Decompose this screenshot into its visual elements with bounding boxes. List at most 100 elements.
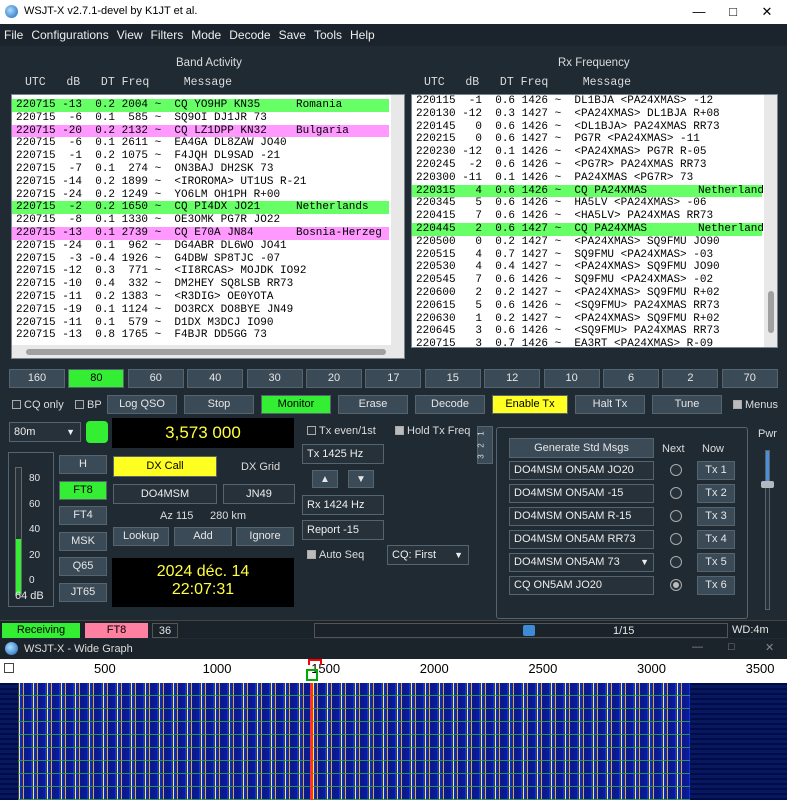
band-activity-vscroll[interactable] — [391, 95, 404, 345]
rx-frequency-vscroll-thumb[interactable] — [768, 291, 774, 333]
ignore-button[interactable]: Ignore — [236, 527, 294, 546]
menu-tools[interactable]: Tools — [310, 24, 346, 42]
close-icon[interactable]: ✕ — [765, 641, 774, 654]
ba-row[interactable]: 220715 -6 0.1 585 ~ SQ9OI DJ1JR 73 — [12, 112, 389, 125]
mode-button-h[interactable]: H — [59, 455, 107, 474]
mode-button-q65[interactable]: Q65 — [59, 557, 107, 577]
band-button-20[interactable]: 20 — [306, 369, 362, 388]
menu-help[interactable]: Help — [346, 24, 379, 42]
ba-row[interactable]: 220715 -24 0.1 962 ~ DG4ABR DL6WO JO41 — [12, 240, 389, 253]
scale-checkbox[interactable] — [4, 663, 14, 673]
tab-1[interactable]: 1 — [477, 431, 486, 435]
menu-save[interactable]: Save — [275, 24, 310, 42]
band-button-10[interactable]: 10 — [543, 369, 600, 388]
rx-row[interactable]: 220415 7 0.6 1426 ~ <HA5LV> PA24XMAS RR7… — [412, 210, 762, 223]
hold-tx-checkbox[interactable]: Hold Tx Freq — [395, 425, 470, 437]
report-spinbox[interactable]: Report -15 — [302, 520, 384, 540]
lookup-button[interactable]: Lookup — [113, 527, 169, 546]
band-select[interactable]: 80m ▼ — [9, 422, 81, 442]
dx-grid-field[interactable]: JN49 — [223, 484, 295, 504]
maximize-icon[interactable]: □ — [728, 641, 735, 653]
rx-row[interactable]: 220545 7 0.6 1426 ~ SQ9FMU <PA24XMAS> -0… — [412, 274, 762, 287]
enable-tx-button[interactable]: Enable Tx — [492, 395, 568, 414]
ba-row[interactable]: 220715 -7 0.1 274 ~ ON3BAJ DH2SK 73 — [12, 163, 389, 176]
mode-button-jt65[interactable]: JT65 — [59, 583, 107, 602]
ba-row[interactable]: 220715 -1 0.2 1075 ~ F4JQH DL9SAD -21 — [12, 150, 389, 163]
pwr-slider[interactable] — [761, 450, 774, 610]
ba-row[interactable]: 220715 -13 0.8 1765 ~ F4BJR DD5GG 73 — [12, 329, 389, 342]
next-radio-1[interactable] — [670, 464, 682, 476]
menu-filters[interactable]: Filters — [147, 24, 188, 42]
band-button-80[interactable]: 80 — [68, 369, 125, 388]
rx-frequency-list[interactable]: 220115 -1 0.6 1426 ~ DL1BJA <PA24XMAS> -… — [411, 94, 778, 348]
menu-file[interactable]: File — [0, 24, 27, 42]
tx-even-checkbox[interactable]: Tx even/1st — [307, 425, 376, 437]
rx-row[interactable]: 220300 -11 0.1 1426 ~ PA24XMAS <PG7R> 73 — [412, 172, 762, 185]
ba-row[interactable]: 220715 -2 0.2 1650 ~ CQ PI4DX JO21 Nether… — [12, 201, 389, 215]
menu-view[interactable]: View — [113, 24, 147, 42]
rx-row[interactable]: 220530 4 0.4 1427 ~ <PA24XMAS> SQ9FMU JO… — [412, 261, 762, 274]
tx-message-field-1[interactable]: DO4MSM ON5AM JO20 — [509, 461, 654, 480]
tx-message-field-3[interactable]: DO4MSM ON5AM R-15 — [509, 507, 654, 526]
next-radio-3[interactable] — [670, 510, 682, 522]
menu-decode[interactable]: Decode — [225, 24, 274, 42]
rx-row[interactable]: 220215 0 0.6 1427 ~ PG7R <PA24XMAS> -11 — [412, 133, 762, 146]
tab-2[interactable]: 2 — [477, 443, 486, 447]
band-button-160[interactable]: 160 — [9, 369, 65, 388]
log-qso-button[interactable]: Log QSO — [107, 395, 177, 414]
ba-row[interactable]: 220715 -6 0.1 2611 ~ EA4GA DL8ZAW JO40 — [12, 137, 389, 150]
rx-row[interactable]: 220115 -1 0.6 1426 ~ DL1BJA <PA24XMAS> -… — [412, 95, 762, 108]
tx-tabs[interactable]: 1 2 3 — [477, 426, 493, 464]
mode-button-ft4[interactable]: FT4 — [59, 506, 107, 526]
ba-row[interactable]: 220715 -20 0.2 2132 ~ CQ LZ1DPP KN32 Bulg… — [12, 124, 389, 138]
minimize-icon[interactable]: — — [684, 2, 714, 22]
tx3-button[interactable]: Tx 3 — [697, 507, 735, 526]
ba-row[interactable]: 220715 -12 0.3 771 ~ <II8RCAS> MOJDK IO9… — [12, 265, 389, 278]
pwr-slider-handle[interactable] — [761, 481, 774, 488]
next-radio-5[interactable] — [670, 556, 682, 568]
rx-row[interactable]: 220130 -12 0.3 1427 ~ <PA24XMAS> DL1BJA … — [412, 108, 762, 121]
decode-button[interactable]: Decode — [415, 395, 485, 414]
minimize-icon[interactable]: — — [692, 641, 703, 653]
rx-freq-spinbox[interactable]: Rx 1424 Hz — [302, 495, 384, 515]
ba-row[interactable]: 220715 -11 0.1 579 ~ D1DX M3DCJ IO90 — [12, 317, 389, 330]
tab-3[interactable]: 3 — [477, 454, 486, 458]
menu-mode[interactable]: Mode — [187, 24, 225, 42]
generate-std-msgs-button[interactable]: Generate Std Msgs — [509, 438, 654, 458]
next-radio-6[interactable] — [670, 579, 682, 591]
rx-row[interactable]: 220715 3 0.7 1426 ~ EA3RT <PA24XMAS> R-0… — [412, 338, 762, 347]
down-arrow-icon[interactable]: ▼ — [348, 470, 374, 488]
menu-configurations[interactable]: Configurations — [27, 24, 112, 42]
band-button-30[interactable]: 30 — [246, 369, 303, 388]
ba-row[interactable]: 220715 -13 0.1 2739 ~ CQ E70A JN84 Bosnia… — [12, 226, 389, 240]
band-button-60[interactable]: 60 — [127, 369, 184, 388]
waterfall-display[interactable] — [0, 683, 787, 800]
rx-row[interactable]: 220600 2 0.2 1427 ~ <PA24XMAS> SQ9FMU R+… — [412, 287, 762, 300]
rx-row[interactable]: 220445 2 0.6 1427 ~ CQ PA24XMAS Netherlan… — [412, 222, 764, 236]
rx-row[interactable]: 220615 5 0.6 1426 ~ <SQ9FMU> PA24XMAS RR… — [412, 300, 762, 313]
maximize-icon[interactable]: □ — [718, 2, 748, 22]
up-arrow-icon[interactable]: ▲ — [312, 470, 338, 488]
band-button-12[interactable]: 12 — [484, 369, 541, 388]
tx2-button[interactable]: Tx 2 — [697, 484, 735, 503]
cq-select[interactable]: CQ: First ▼ — [387, 545, 469, 565]
rx-row[interactable]: 220345 5 0.6 1426 ~ HA5LV <PA24XMAS> -06 — [412, 197, 762, 210]
band-activity-list[interactable]: 220715 -13 0.2 2004 ~ CQ YO9HP KN35 Roman… — [11, 94, 405, 359]
ba-row[interactable]: 220715 -8 0.1 1330 ~ OE3OMK PG7R JO22 — [12, 214, 389, 227]
rx-frequency-vscroll[interactable] — [764, 95, 777, 347]
band-button-6[interactable]: 6 — [603, 369, 659, 388]
rx-row[interactable]: 220230 -12 0.1 1426 ~ <PA24XMAS> PG7R R-… — [412, 146, 762, 159]
halt-tx-button[interactable]: Halt Tx — [575, 395, 645, 414]
rx-row[interactable]: 220500 0 0.2 1427 ~ <PA24XMAS> SQ9FMU JO… — [412, 236, 762, 249]
band-button-17[interactable]: 17 — [365, 369, 422, 388]
ba-row[interactable]: 220715 -24 0.2 1249 ~ YO6LM OH1PH R+00 — [12, 189, 389, 202]
rx-row[interactable]: 220145 0 0.6 1426 ~ <DL1BJA> PA24XMAS RR… — [412, 121, 762, 134]
tx-freq-spinbox[interactable]: Tx 1425 Hz — [302, 444, 384, 464]
monitor-button[interactable]: Monitor — [261, 395, 331, 414]
next-radio-2[interactable] — [670, 487, 682, 499]
stop-button[interactable]: Stop — [184, 395, 254, 414]
ba-row[interactable]: 220715 -10 0.4 332 ~ DM2HEY SQ8LSB RR73 — [12, 278, 389, 291]
dx-call-field[interactable]: DO4MSM — [113, 484, 217, 504]
band-button-40[interactable]: 40 — [187, 369, 244, 388]
tx4-button[interactable]: Tx 4 — [697, 530, 735, 549]
